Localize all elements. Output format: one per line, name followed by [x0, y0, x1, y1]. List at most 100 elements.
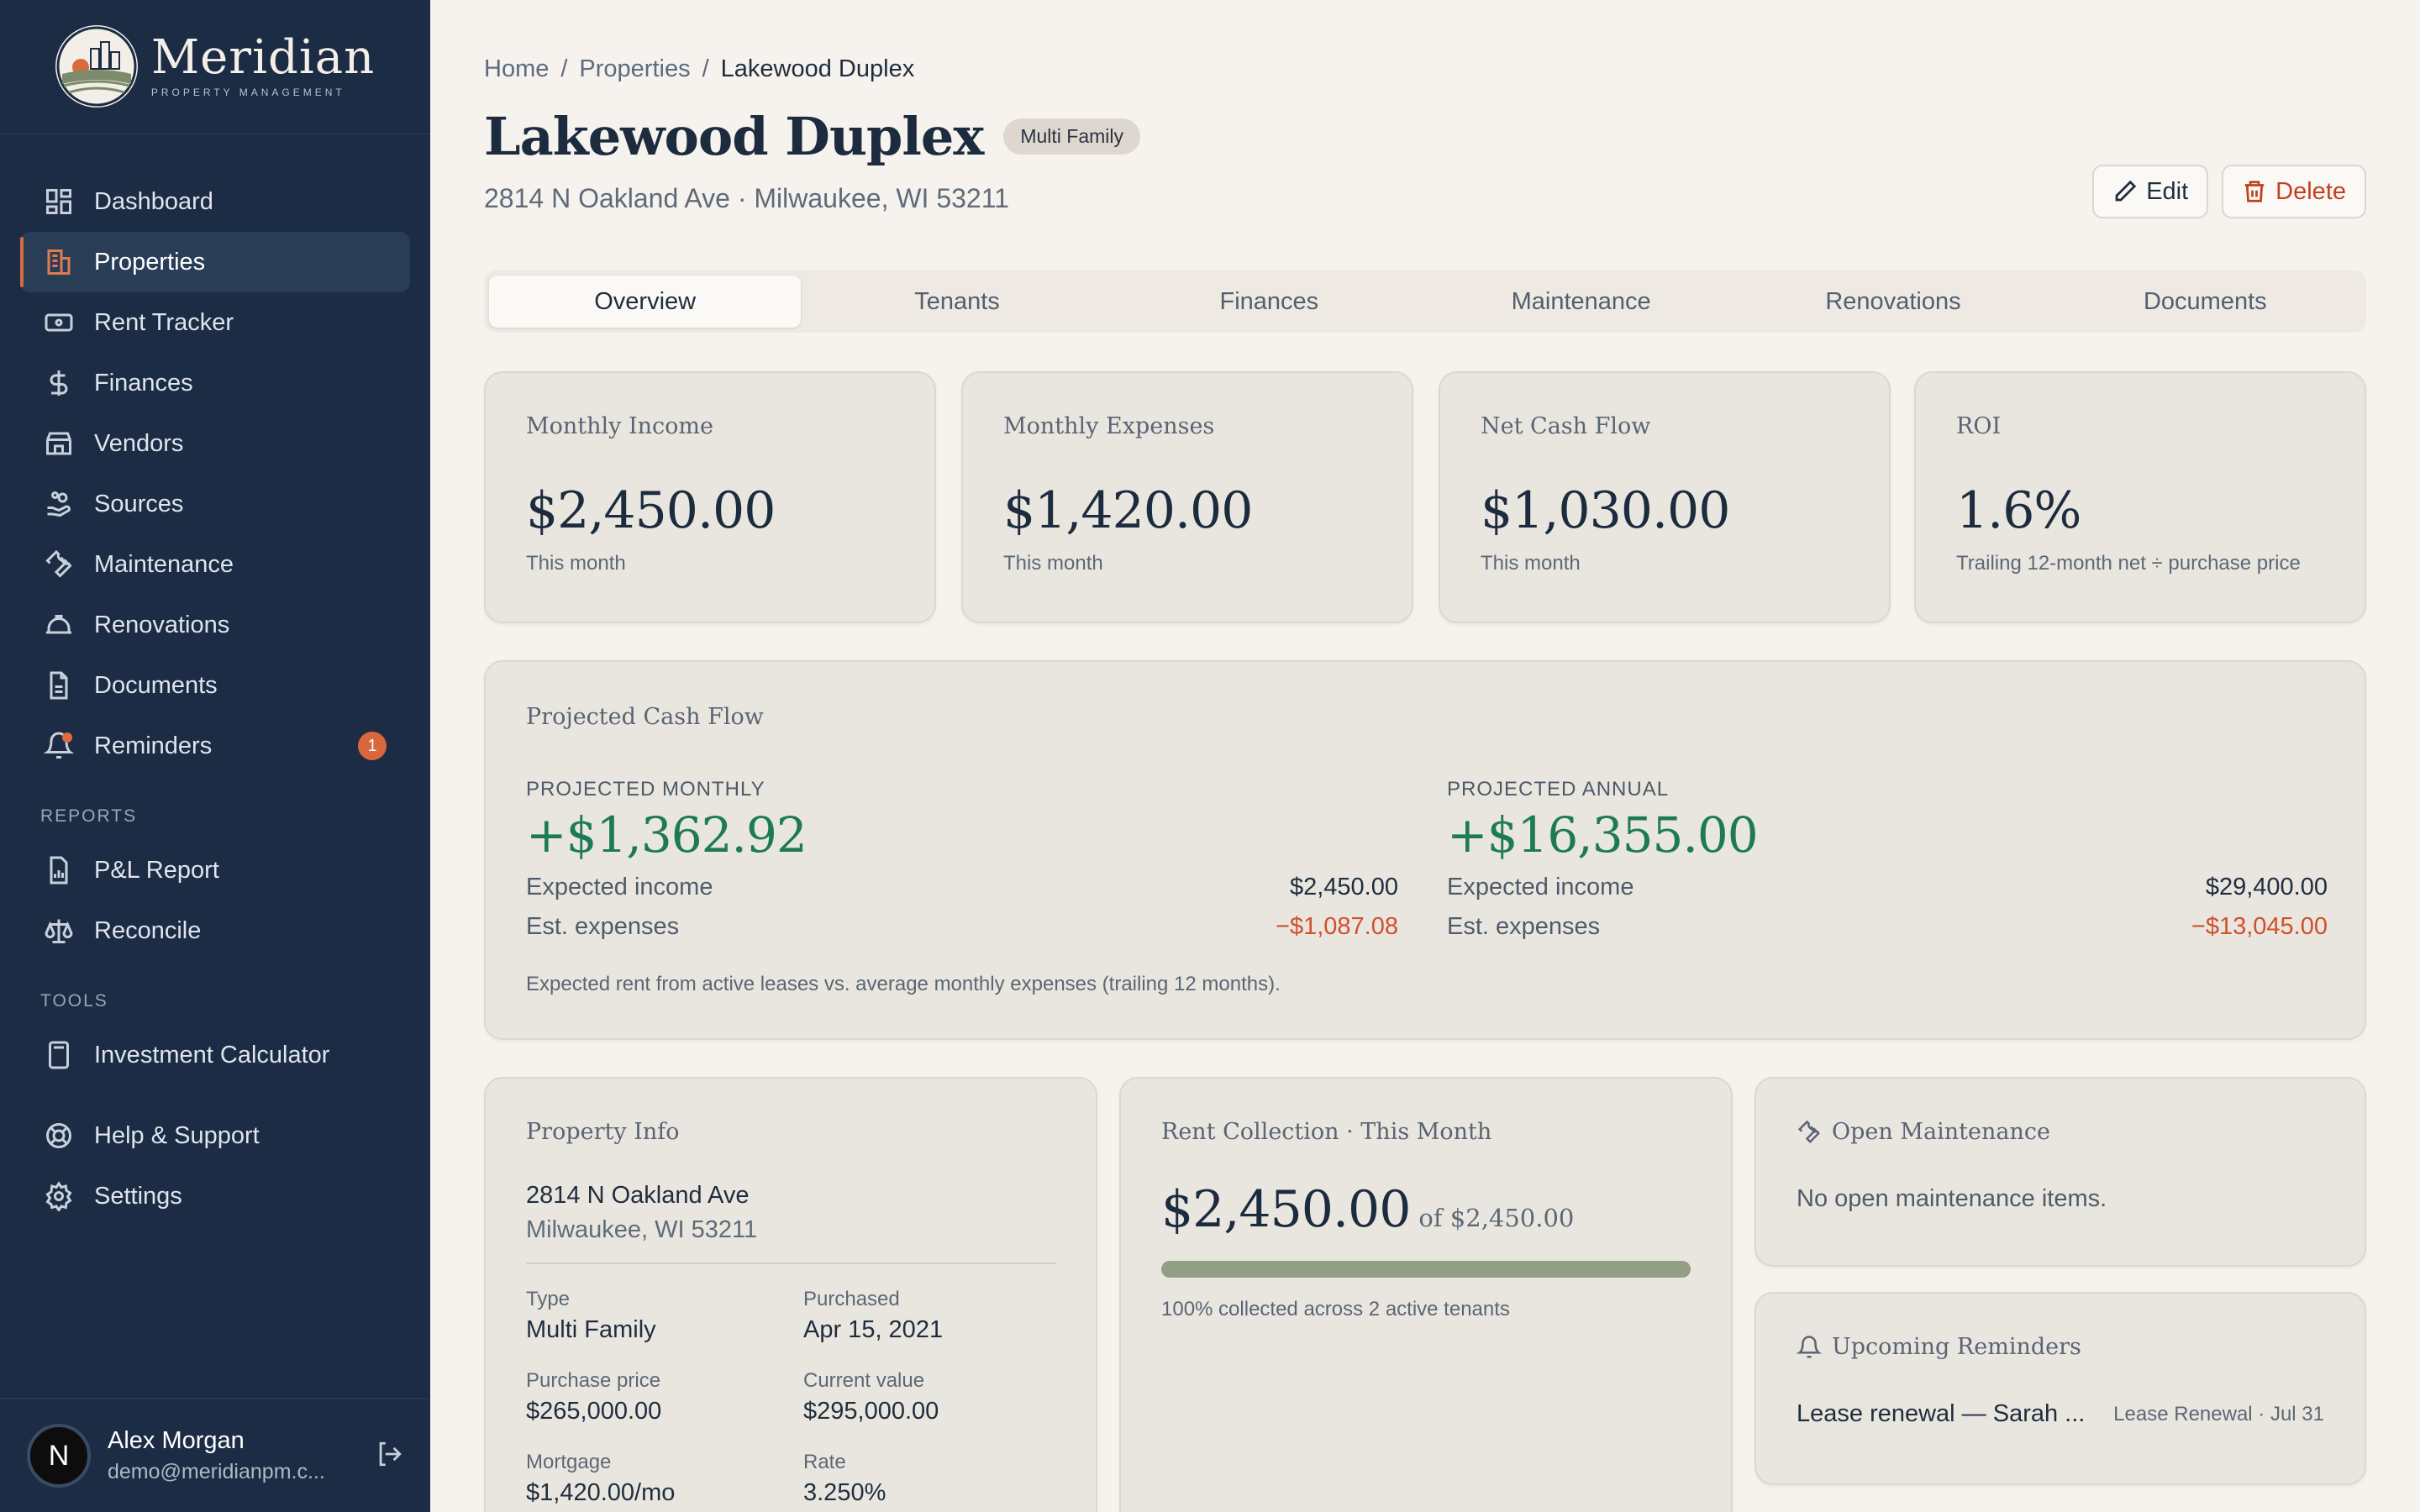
- card-title: Upcoming Reminders: [1832, 1334, 2081, 1360]
- breadcrumb-current: Lakewood Duplex: [720, 55, 915, 82]
- sidebar: Meridian PROPERTY MANAGEMENT Dashboard P…: [0, 0, 430, 1512]
- info-label: Purchase price: [526, 1369, 661, 1392]
- collection-note: 100% collected across 2 active tenants: [1161, 1298, 1510, 1320]
- sidebar-item-label: Settings: [94, 1182, 182, 1210]
- projected-annual: PROJECTED ANNUAL +$16,355.00 Expected in…: [1447, 778, 2328, 941]
- sidebar-item-finances[interactable]: Finances: [20, 353, 410, 413]
- sidebar-item-label: Help & Support: [94, 1121, 260, 1149]
- sidebar-item-documents[interactable]: Documents: [20, 655, 410, 716]
- sidebar-item-label: Sources: [94, 490, 184, 517]
- sidebar-item-settings[interactable]: Settings: [20, 1166, 410, 1226]
- breadcrumb-separator: /: [560, 55, 568, 82]
- card-title: Rent Collection · This Month: [1161, 1119, 1492, 1145]
- income-label: Expected income: [1447, 874, 1634, 900]
- breadcrumb: Home / Properties / Lakewood Duplex: [484, 55, 914, 83]
- stat-label: Monthly Income: [526, 413, 714, 439]
- info-label: Mortgage: [526, 1451, 612, 1473]
- sidebar-item-maintenance[interactable]: Maintenance: [20, 534, 410, 595]
- document-icon: [44, 670, 74, 701]
- sidebar-item-label: P&L Report: [94, 856, 219, 884]
- sidebar-item-label: Dashboard: [94, 187, 213, 215]
- main-content: Home / Properties / Lakewood Duplex Lake…: [484, 0, 2366, 1512]
- sidebar-item-label: Investment Calculator: [94, 1041, 330, 1068]
- sidebar-item-reminders[interactable]: Reminders 1: [20, 716, 410, 776]
- open-maintenance-card: Open Maintenance No open maintenance ite…: [1754, 1077, 2366, 1267]
- stat-sub: This month: [1003, 552, 1103, 575]
- user-name: Alex Morgan: [108, 1427, 245, 1454]
- sidebar-item-label: Vendors: [94, 429, 184, 457]
- sidebar-item-label: Rent Tracker: [94, 308, 234, 336]
- stat-sub: This month: [1481, 552, 1581, 575]
- tab-finances[interactable]: Finances: [1113, 276, 1425, 328]
- sidebar-item-help-support[interactable]: Help & Support: [20, 1105, 410, 1166]
- pencil-icon: [2115, 180, 2137, 202]
- stat-sub: This month: [526, 552, 626, 575]
- sidebar-item-dashboard[interactable]: Dashboard: [20, 171, 410, 232]
- brand-name: Meridian: [150, 30, 376, 85]
- tab-renovations[interactable]: Renovations: [1737, 276, 2049, 328]
- stat-card-monthly-expenses: Monthly Expenses $1,420.00 This month: [961, 371, 1413, 623]
- sidebar-item-sources[interactable]: Sources: [20, 474, 410, 534]
- income-label: Expected income: [526, 874, 713, 900]
- sidebar-item-pl-report[interactable]: P&L Report: [20, 840, 410, 900]
- bell-icon: [1797, 1335, 1822, 1357]
- brand-tagline: PROPERTY MANAGEMENT: [150, 87, 345, 98]
- wrench-icon: [1797, 1120, 1820, 1143]
- delete-button[interactable]: Delete: [2222, 165, 2366, 218]
- user-email: demo@meridianpm.c...: [108, 1460, 325, 1483]
- edit-button[interactable]: Edit: [2092, 165, 2209, 218]
- gear-icon: [44, 1181, 74, 1211]
- tab-documents[interactable]: Documents: [2049, 276, 2361, 328]
- banknote-icon: [44, 307, 74, 338]
- rent-collection-card: Rent Collection · This Month $2,450.00 o…: [1119, 1077, 1733, 1512]
- logout-icon[interactable]: [375, 1440, 403, 1473]
- info-value: $295,000.00: [803, 1398, 939, 1425]
- sidebar-item-investment-calculator[interactable]: Investment Calculator: [20, 1025, 410, 1085]
- sidebar-item-vendors[interactable]: Vendors: [20, 413, 410, 474]
- income-value: $29,400.00: [2205, 874, 2328, 900]
- stat-value: $2,450.00: [526, 481, 776, 540]
- info-label: Purchased: [803, 1288, 900, 1310]
- logo-icon: [55, 25, 138, 108]
- collected-amount: $2,450.00: [1161, 1180, 1411, 1239]
- tab-overview[interactable]: Overview: [489, 276, 802, 328]
- sidebar-item-label: Finances: [94, 369, 193, 396]
- tab-maintenance[interactable]: Maintenance: [1425, 276, 1737, 328]
- card-title: Open Maintenance: [1832, 1119, 2050, 1145]
- sidebar-item-reconcile[interactable]: Reconcile: [20, 900, 410, 961]
- projected-monthly: PROJECTED MONTHLY +$1,362.92 Expected in…: [526, 778, 1398, 941]
- breadcrumb-separator: /: [702, 55, 709, 82]
- info-value: $1,420.00/mo: [526, 1479, 676, 1506]
- tab-tenants[interactable]: Tenants: [801, 276, 1113, 328]
- card-title: Projected Cash Flow: [526, 704, 764, 730]
- stat-value: 1.6%: [1956, 481, 2081, 540]
- user-profile[interactable]: N Alex Morgan demo@meridianpm.c...: [0, 1398, 430, 1512]
- expense-label: Est. expenses: [1447, 913, 1601, 940]
- projected-monthly-label: PROJECTED MONTHLY: [526, 778, 765, 801]
- brand[interactable]: Meridian PROPERTY MANAGEMENT: [0, 0, 430, 134]
- info-value: Multi Family: [526, 1316, 656, 1343]
- breadcrumb-home[interactable]: Home: [484, 55, 549, 83]
- info-label: Rate: [803, 1451, 846, 1473]
- breadcrumb-properties[interactable]: Properties: [579, 55, 690, 83]
- sidebar-item-label: Reminders: [94, 732, 213, 759]
- expense-value: −$13,045.00: [2191, 913, 2328, 940]
- reminder-item[interactable]: Lease renewal — Sarah ... Lease Renewal …: [1797, 1400, 2324, 1428]
- reminders-count-badge: 1: [358, 732, 387, 760]
- hard-hat-icon: [44, 610, 74, 640]
- sidebar-item-properties[interactable]: Properties: [20, 232, 410, 292]
- sidebar-item-rent-tracker[interactable]: Rent Tracker: [20, 292, 410, 353]
- stat-value: $1,420.00: [1003, 481, 1253, 540]
- sidebar-item-label: Reconcile: [94, 916, 202, 944]
- reports-heading: REPORTS: [40, 806, 138, 826]
- info-value: $265,000.00: [526, 1398, 662, 1425]
- sidebar-nav: Dashboard Properties Rent Tracker Financ…: [0, 134, 430, 1226]
- scale-icon: [44, 916, 74, 946]
- info-label: Type: [526, 1288, 571, 1310]
- info-value: 3.250%: [803, 1479, 886, 1506]
- sidebar-item-label: Maintenance: [94, 550, 234, 578]
- info-city: Milwaukee, WI 53211: [526, 1216, 758, 1243]
- sidebar-item-renovations[interactable]: Renovations: [20, 595, 410, 655]
- trash-icon: [2244, 181, 2265, 202]
- sidebar-item-label: Properties: [94, 248, 206, 276]
